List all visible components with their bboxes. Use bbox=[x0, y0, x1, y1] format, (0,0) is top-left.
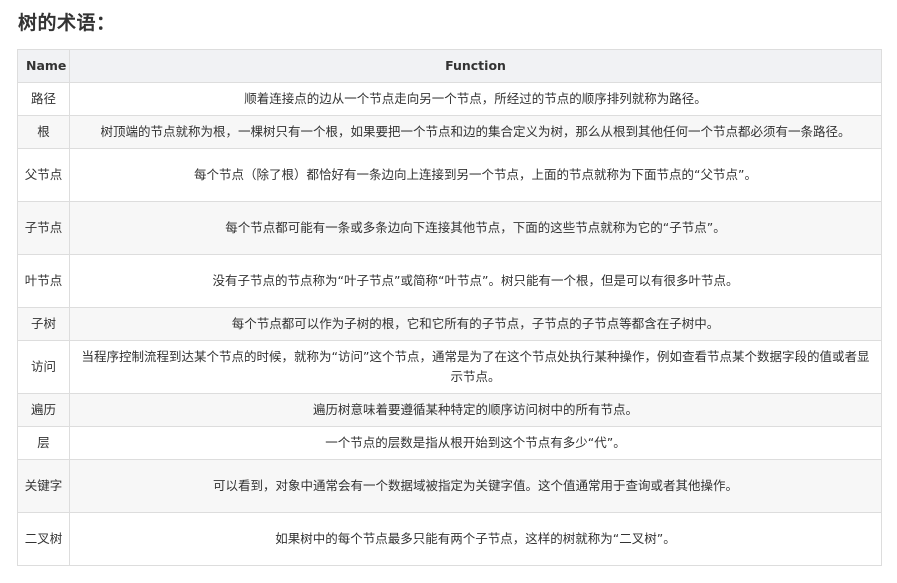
term-function: 每个节点都可能有一条或多条边向下连接其他节点，下面的这些节点就称为它的“子节点”… bbox=[69, 201, 882, 255]
table-header-row: Name Function bbox=[17, 49, 882, 83]
term-function: 顺着连接点的边从一个节点走向另一个节点，所经过的节点的顺序排列就称为路径。 bbox=[69, 82, 882, 116]
table-row: 子节点 每个节点都可能有一条或多条边向下连接其他节点，下面的这些节点就称为它的“… bbox=[17, 201, 882, 255]
term-function: 树顶端的节点就称为根，一棵树只有一个根，如果要把一个节点和边的集合定义为树，那么… bbox=[69, 115, 882, 149]
term-name: 叶节点 bbox=[17, 254, 70, 308]
column-header-name: Name bbox=[17, 49, 70, 83]
term-name: 根 bbox=[17, 115, 70, 149]
term-name: 遍历 bbox=[17, 393, 70, 427]
term-function: 每个节点（除了根）都恰好有一条边向上连接到另一个节点，上面的节点就称为下面节点的… bbox=[69, 148, 882, 202]
term-function: 一个节点的层数是指从根开始到这个节点有多少“代”。 bbox=[69, 426, 882, 460]
table-row: 遍历 遍历树意味着要遵循某种特定的顺序访问树中的所有节点。 bbox=[17, 393, 882, 427]
term-name: 访问 bbox=[17, 340, 70, 394]
table-row: 子树 每个节点都可以作为子树的根，它和它所有的子节点，子节点的子节点等都含在子树… bbox=[17, 307, 882, 341]
terminology-table: Name Function 路径 顺着连接点的边从一个节点走向另一个节点，所经过… bbox=[17, 49, 882, 566]
table-row: 层 一个节点的层数是指从根开始到这个节点有多少“代”。 bbox=[17, 426, 882, 460]
term-function: 如果树中的每个节点最多只能有两个子节点，这样的树就称为“二叉树”。 bbox=[69, 512, 882, 566]
term-name: 关键字 bbox=[17, 459, 70, 513]
term-name: 二叉树 bbox=[17, 512, 70, 566]
term-name: 路径 bbox=[17, 82, 70, 116]
term-function: 可以看到，对象中通常会有一个数据域被指定为关键字值。这个值通常用于查询或者其他操… bbox=[69, 459, 882, 513]
term-name: 子节点 bbox=[17, 201, 70, 255]
table-row: 访问 当程序控制流程到达某个节点的时候，就称为“访问”这个节点，通常是为了在这个… bbox=[17, 340, 882, 394]
term-name: 子树 bbox=[17, 307, 70, 341]
table-row: 二叉树 如果树中的每个节点最多只能有两个子节点，这样的树就称为“二叉树”。 bbox=[17, 512, 882, 566]
table-row: 根 树顶端的节点就称为根，一棵树只有一个根，如果要把一个节点和边的集合定义为树，… bbox=[17, 115, 882, 149]
term-function: 当程序控制流程到达某个节点的时候，就称为“访问”这个节点，通常是为了在这个节点处… bbox=[69, 340, 882, 394]
term-function: 没有子节点的节点称为“叶子节点”或简称“叶节点”。树只能有一个根，但是可以有很多… bbox=[69, 254, 882, 308]
term-function: 每个节点都可以作为子树的根，它和它所有的子节点，子节点的子节点等都含在子树中。 bbox=[69, 307, 882, 341]
term-function: 遍历树意味着要遵循某种特定的顺序访问树中的所有节点。 bbox=[69, 393, 882, 427]
page-title: 树的术语： bbox=[18, 12, 116, 34]
term-name: 层 bbox=[17, 426, 70, 460]
term-name: 父节点 bbox=[17, 148, 70, 202]
column-header-function: Function bbox=[69, 49, 882, 83]
table-row: 路径 顺着连接点的边从一个节点走向另一个节点，所经过的节点的顺序排列就称为路径。 bbox=[17, 82, 882, 116]
table-row: 叶节点 没有子节点的节点称为“叶子节点”或简称“叶节点”。树只能有一个根，但是可… bbox=[17, 254, 882, 308]
table-row: 父节点 每个节点（除了根）都恰好有一条边向上连接到另一个节点，上面的节点就称为下… bbox=[17, 148, 882, 202]
table-row: 关键字 可以看到，对象中通常会有一个数据域被指定为关键字值。这个值通常用于查询或… bbox=[17, 459, 882, 513]
